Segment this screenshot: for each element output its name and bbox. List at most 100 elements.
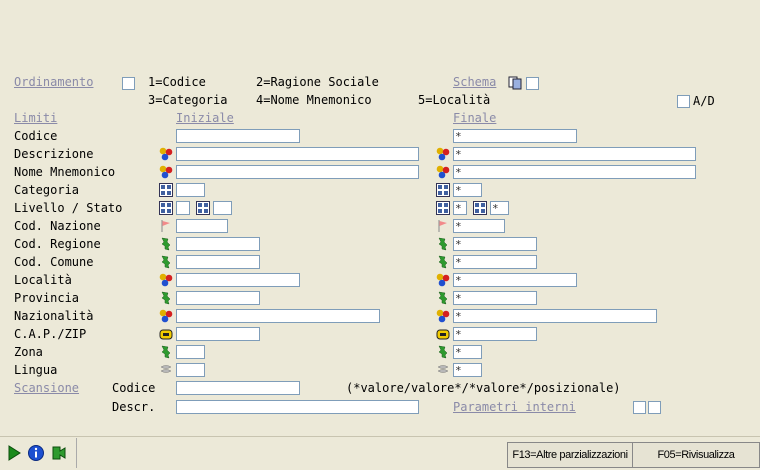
iniziale-header: Iniziale	[176, 111, 234, 125]
back-arrow-icon[interactable]	[50, 444, 68, 462]
map-region-icon[interactable]	[159, 255, 173, 269]
map-region-icon[interactable]	[436, 255, 450, 269]
colored-balls-icon[interactable]	[159, 273, 173, 287]
nazionalita-finale-input[interactable]: *	[453, 309, 657, 323]
field-label-categoria: Categoria	[14, 183, 80, 197]
ordinamento-opt4: 4=Nome Mnemonico	[256, 93, 372, 107]
lingua-iniziale-input[interactable]	[176, 363, 205, 377]
lingua-finale-input[interactable]: *	[453, 363, 482, 377]
field-label-provincia: Provincia	[14, 291, 80, 305]
colored-balls-icon[interactable]	[436, 165, 450, 179]
field-label-nome-mnemonico: Nome Mnemonico	[14, 165, 116, 179]
livello-finale-input[interactable]: *	[453, 201, 467, 215]
map-region-icon[interactable]	[159, 291, 173, 305]
table-grid-icon[interactable]	[436, 201, 450, 215]
parametri-interni-input-1[interactable]	[633, 401, 646, 414]
cod-nazione-iniziale-input[interactable]	[176, 219, 228, 233]
schema-input[interactable]	[526, 77, 539, 90]
field-label-cod-comune: Cod. Comune	[14, 255, 94, 269]
scansione-codice-input[interactable]	[176, 381, 300, 395]
nome-mnemonico-finale-input[interactable]: *	[453, 165, 696, 179]
ordinamento-opt2: 2=Ragione Sociale	[256, 75, 379, 89]
finale-header: Finale	[453, 111, 497, 125]
schema-label[interactable]: Schema	[453, 74, 496, 90]
scansione-descr-label: Descr.	[112, 400, 156, 414]
ad-checkbox[interactable]	[677, 95, 690, 108]
cod-regione-finale-input[interactable]: *	[453, 237, 537, 251]
copy-document-icon[interactable]	[508, 76, 522, 90]
field-label-localita: Località	[14, 273, 72, 287]
field-label-codice: Codice	[14, 129, 58, 143]
ordinamento-input[interactable]	[122, 77, 135, 90]
table-grid-icon[interactable]	[473, 201, 487, 215]
parametri-interni-label[interactable]: Parametri interni	[453, 399, 576, 415]
f13-altre-parzializzazioni-button[interactable]: F13=Altre parzializzazioni	[507, 442, 633, 468]
colored-balls-icon[interactable]	[436, 147, 450, 161]
cap-zip-iniziale-input[interactable]	[176, 327, 260, 341]
field-label-lingua: Lingua	[14, 363, 58, 377]
flag-icon[interactable]	[159, 219, 173, 233]
info-icon[interactable]	[27, 444, 45, 462]
language-icon[interactable]	[436, 363, 450, 377]
colored-balls-icon[interactable]	[159, 309, 173, 323]
toolbar-separator	[76, 438, 77, 468]
ordinamento-opt5: 5=Località	[418, 93, 491, 107]
colored-balls-icon[interactable]	[436, 309, 450, 323]
field-label-cap-zip: C.A.P./ZIP	[14, 327, 87, 341]
limiti-header: Limiti	[14, 111, 58, 125]
stato-iniziale-input[interactable]	[213, 201, 232, 215]
categoria-iniziale-input[interactable]	[176, 183, 205, 197]
colored-balls-icon[interactable]	[159, 165, 173, 179]
cod-comune-iniziale-input[interactable]	[176, 255, 260, 269]
ordinamento-opt1: 1=Codice	[148, 75, 206, 89]
nazionalita-iniziale-input[interactable]	[176, 309, 380, 323]
livello-iniziale-input[interactable]	[176, 201, 190, 215]
table-grid-icon[interactable]	[436, 183, 450, 197]
localita-finale-input[interactable]: *	[453, 273, 577, 287]
table-grid-icon[interactable]	[159, 201, 173, 215]
play-icon[interactable]	[5, 444, 23, 462]
language-icon[interactable]	[159, 363, 173, 377]
codice-finale-input[interactable]: *	[453, 129, 577, 143]
provincia-iniziale-input[interactable]	[176, 291, 260, 305]
cod-comune-finale-input[interactable]: *	[453, 255, 537, 269]
cap-zip-finale-input[interactable]: *	[453, 327, 537, 341]
stato-finale-input[interactable]: *	[490, 201, 509, 215]
cod-regione-iniziale-input[interactable]	[176, 237, 260, 251]
localita-iniziale-input[interactable]	[176, 273, 300, 287]
parametri-interni-input-2[interactable]	[648, 401, 661, 414]
colored-balls-icon[interactable]	[159, 147, 173, 161]
ordinamento-opt3: 3=Categoria	[148, 93, 228, 107]
scansione-label: Scansione	[14, 381, 80, 395]
provincia-finale-input[interactable]: *	[453, 291, 537, 305]
flag-icon[interactable]	[436, 219, 450, 233]
scansione-descr-input[interactable]	[176, 400, 419, 414]
phone-icon[interactable]	[436, 327, 450, 341]
descrizione-iniziale-input[interactable]	[176, 147, 419, 161]
map-region-icon[interactable]	[159, 237, 173, 251]
field-label-zona: Zona	[14, 345, 43, 359]
field-label-nazionalita: Nazionalità	[14, 309, 94, 323]
scansione-hint: (*valore/valore*/*valore*/posizionale)	[346, 381, 621, 395]
f05-rivisualizza-button[interactable]: F05=Rivisualizza	[632, 442, 760, 468]
codice-iniziale-input[interactable]	[176, 129, 300, 143]
ad-label: A/D	[693, 94, 715, 108]
nome-mnemonico-iniziale-input[interactable]	[176, 165, 419, 179]
field-label-cod-nazione: Cod. Nazione	[14, 219, 101, 233]
zona-iniziale-input[interactable]	[176, 345, 205, 359]
cod-nazione-finale-input[interactable]: *	[453, 219, 505, 233]
map-region-icon[interactable]	[436, 291, 450, 305]
phone-icon[interactable]	[159, 327, 173, 341]
map-region-icon[interactable]	[436, 237, 450, 251]
zona-finale-input[interactable]: *	[453, 345, 482, 359]
table-grid-icon[interactable]	[196, 201, 210, 215]
field-label-cod-regione: Cod. Regione	[14, 237, 101, 251]
map-region-icon[interactable]	[159, 345, 173, 359]
categoria-finale-input[interactable]: *	[453, 183, 482, 197]
field-label-livello-stato: Livello / Stato	[14, 201, 123, 215]
table-grid-icon[interactable]	[159, 183, 173, 197]
colored-balls-icon[interactable]	[436, 273, 450, 287]
descrizione-finale-input[interactable]: *	[453, 147, 696, 161]
scansione-codice-label: Codice	[112, 381, 156, 395]
map-region-icon[interactable]	[436, 345, 450, 359]
